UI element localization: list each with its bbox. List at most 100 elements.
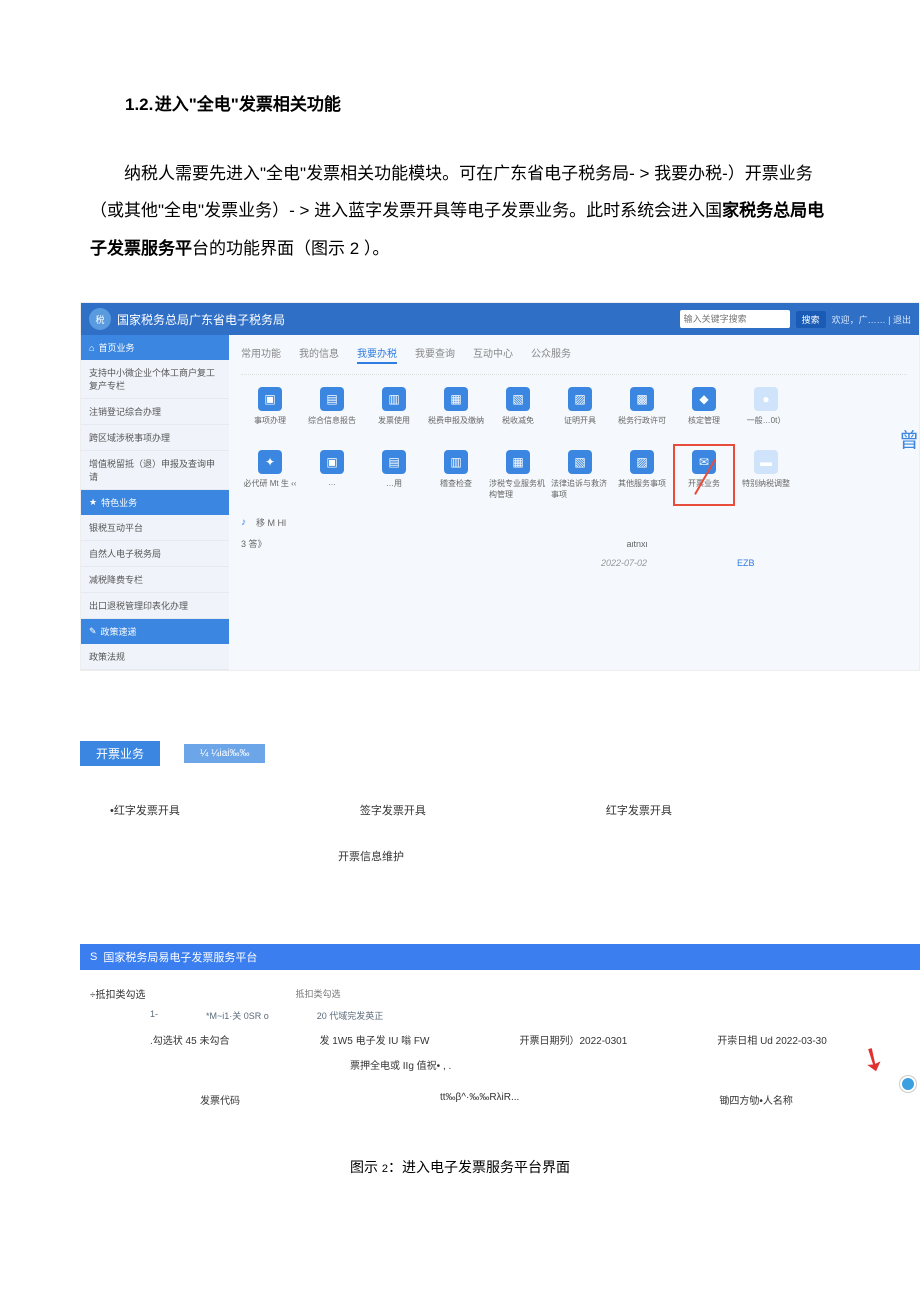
screenshot-einvoice-platform: S 国家税务局易电子发票服务平台 ÷抵扣类勾选 抵扣类勾选 1- *M~i1·关… bbox=[80, 944, 920, 1117]
sidebar: ⌂首页业务 支持中小微企业个体工商户复工复产专栏 注销登记综合办理 跨区域涉税事… bbox=[81, 335, 229, 670]
invoice-icon: ✉ bbox=[692, 450, 716, 474]
svc-item[interactable]: ▤…用 bbox=[365, 446, 423, 504]
sidebar-item[interactable]: 减税降费专栏 bbox=[81, 567, 229, 593]
bell-icon: ♪ bbox=[241, 517, 246, 528]
header-links[interactable]: 欢迎，广…… | 退出 bbox=[832, 313, 911, 326]
sidebar-item[interactable]: 银税互动平台 bbox=[81, 515, 229, 541]
svc-item[interactable]: ▦涉税专业服务机构管理 bbox=[489, 446, 547, 504]
svc-item[interactable]: ▣… bbox=[303, 446, 361, 504]
svc-item[interactable]: ▨其他服务事项 bbox=[613, 446, 671, 504]
link-invoice-info[interactable]: 开票信息维护 bbox=[338, 851, 404, 863]
link-red-invoice-2[interactable]: 红字发票开具 bbox=[606, 802, 672, 818]
tab-invoice-biz[interactable]: 开票业务 bbox=[80, 741, 160, 766]
service-icon: ▤ bbox=[382, 450, 406, 474]
para-pre: 纳税人需要先进入"全电"发票相关功能模块。可在广东省电子税务局- > 我要办税-… bbox=[90, 164, 813, 220]
service-icon: ▬ bbox=[754, 450, 778, 474]
icon-grid-row1: ▣事项办理 ▤综合信息报告 ▥发票使用 ▦税费申报及缴纳 ▧税收减免 ▨证明开具… bbox=[241, 375, 907, 438]
link-red-invoice[interactable]: •红字发票开具 bbox=[110, 802, 180, 818]
service-icon: ▨ bbox=[568, 387, 592, 411]
home-icon: ⌂ bbox=[89, 343, 94, 353]
svc-item[interactable]: ▥稽查检查 bbox=[427, 446, 485, 504]
screenshot-tax-portal: 税 国家税务总局广东省电子税务局 搜索 欢迎，广…… | 退出 ⌂首页业务 支持… bbox=[80, 302, 920, 671]
filter-a1[interactable]: *M~i1·关 0SR o bbox=[206, 1009, 269, 1022]
filter-d0[interactable]: 发票代码 bbox=[200, 1092, 240, 1107]
tab-active[interactable]: 我要办税 bbox=[357, 345, 397, 364]
svc-item[interactable]: ▩税务行政许可 bbox=[613, 383, 671, 430]
tab[interactable]: 互动中心 bbox=[473, 345, 513, 364]
sidebar-item[interactable]: 注销登记综合办理 bbox=[81, 399, 229, 425]
filter-d1[interactable]: tt‰β^·‰‰RλiR... bbox=[440, 1092, 519, 1107]
body-paragraph: 纳税人需要先进入"全电"发票相关功能模块。可在广东省电子税务局- > 我要办税-… bbox=[90, 155, 830, 267]
service-icon: ◆ bbox=[692, 387, 716, 411]
sidebar-item[interactable]: 政策法规 bbox=[81, 644, 229, 670]
filter-a2[interactable]: 20 代域完发英正 bbox=[317, 1009, 384, 1022]
notice-code-b: 3 答》 bbox=[241, 537, 267, 550]
notice-code-a: 移 M Hl bbox=[256, 516, 286, 529]
svc-item[interactable]: ▬特别纳税调整 bbox=[737, 446, 795, 504]
tab[interactable]: 公众服务 bbox=[531, 345, 571, 364]
doc-icon: ✎ bbox=[89, 626, 97, 637]
filter-b0[interactable]: .勾选状 45 未勾合 bbox=[150, 1032, 229, 1047]
svc-item[interactable]: ▥发票使用 bbox=[365, 383, 423, 430]
platform-logo-s: S bbox=[90, 951, 97, 963]
icon-grid-row2: ✦必代研 Mt 生 ‹‹ ▣… ▤…用 ▥稽查检查 ▦涉税专业服务机构管理 ▧法… bbox=[241, 438, 907, 512]
svc-item[interactable]: ▣事项办理 bbox=[241, 383, 299, 430]
svc-item[interactable]: ▦税费申报及缴纳 bbox=[427, 383, 485, 430]
svc-item[interactable]: ▧法律追诉与救济事项 bbox=[551, 446, 609, 504]
sidebar-item[interactable]: 跨区域涉税事项办理 bbox=[81, 425, 229, 451]
filter-b2[interactable]: 开票日期列）2022-0301 bbox=[519, 1032, 627, 1047]
service-icon: ▣ bbox=[258, 387, 282, 411]
filter-a0: 1- bbox=[150, 1009, 158, 1022]
service-icon: ▦ bbox=[506, 450, 530, 474]
filter-d2[interactable]: 锄四方劬•人名称 bbox=[719, 1092, 793, 1107]
main-tabs: 常用功能 我的信息 我要办税 我要查询 互动中心 公众服务 bbox=[241, 341, 907, 375]
svc-item[interactable]: ✦必代研 Mt 生 ‹‹ bbox=[241, 446, 299, 504]
notice-code-c: aιtnxι bbox=[627, 539, 648, 549]
service-icon: ▧ bbox=[568, 450, 592, 474]
sidebar-item[interactable]: 出口退税管理印表化办理 bbox=[81, 593, 229, 619]
platform-header: S 国家税务局易电子发票服务平台 bbox=[80, 944, 920, 970]
section-number: 1.2. bbox=[90, 95, 150, 115]
filter-b1[interactable]: 发 1W5 电子发 IU 嗡 FW bbox=[319, 1032, 429, 1047]
sidebar-hdr-index[interactable]: ⌂首页业务 bbox=[81, 335, 229, 360]
svc-item-invoice-highlighted[interactable]: ✉开票业务 bbox=[675, 446, 733, 504]
search-input[interactable] bbox=[680, 310, 790, 328]
portal-title: 国家税务总局广东省电子税务局 bbox=[117, 311, 285, 328]
notice-row: 2022-07-02 EZB bbox=[241, 554, 907, 572]
service-icon: ▧ bbox=[506, 387, 530, 411]
svc-item[interactable]: ◆核定管理 bbox=[675, 383, 733, 430]
tab-secondary[interactable]: ¼ ¼iai‰‰ bbox=[184, 744, 265, 763]
dk-label[interactable]: ÷抵扣类勾选 bbox=[90, 986, 146, 1001]
service-icon: ▤ bbox=[320, 387, 344, 411]
svc-item[interactable]: ▨证明开具 bbox=[551, 383, 609, 430]
portal-header: 税 国家税务总局广东省电子税务局 搜索 欢迎，广…… | 退出 bbox=[81, 303, 919, 335]
link-sign-invoice[interactable]: 签字发票开具 bbox=[360, 802, 426, 818]
tab[interactable]: 我的信息 bbox=[299, 345, 339, 364]
fab-button[interactable] bbox=[900, 1076, 916, 1092]
user-badge-icon: 曾 bbox=[899, 424, 919, 453]
sidebar-hdr-policy[interactable]: ✎政策速递 bbox=[81, 619, 229, 644]
sidebar-item[interactable]: 增值税留抵（退）申报及查询申请 bbox=[81, 451, 229, 490]
mid-panel: 开票业务 ¼ ¼iai‰‰ •红字发票开具 签字发票开具 红字发票开具 开票信息… bbox=[80, 741, 920, 864]
platform-title: 国家税务局易电子发票服务平台 bbox=[103, 949, 257, 965]
sidebar-item[interactable]: 自然人电子税务局 bbox=[81, 541, 229, 567]
ezb-link[interactable]: EZB bbox=[737, 558, 755, 568]
sidebar-hdr-feature[interactable]: ★特色业务 bbox=[81, 490, 229, 515]
tab[interactable]: 常用功能 bbox=[241, 345, 281, 364]
notice-row: ♪ 移 M Hl bbox=[241, 512, 907, 533]
service-icon: ▨ bbox=[630, 450, 654, 474]
svc-item[interactable]: ●一般…0t） bbox=[737, 383, 795, 430]
search-button[interactable]: 搜索 bbox=[796, 311, 826, 328]
service-icon: ▩ bbox=[630, 387, 654, 411]
sidebar-item[interactable]: 支持中小微企业个体工商户复工复产专栏 bbox=[81, 360, 229, 399]
service-icon: ● bbox=[754, 387, 778, 411]
service-icon: ▥ bbox=[444, 450, 468, 474]
filter-c[interactable]: 票押全电或 IIg 值祝• , . bbox=[350, 1057, 451, 1072]
annotation-arrow: ➘ bbox=[860, 1040, 920, 1100]
svc-item[interactable]: ▧税收减免 bbox=[489, 383, 547, 430]
para-post: 台的功能界面（图示 2 ）。 bbox=[192, 239, 389, 258]
filter-b3[interactable]: 开崇日相 Ud 2022-03-30 bbox=[717, 1032, 827, 1047]
svc-item[interactable]: ▤综合信息报告 bbox=[303, 383, 361, 430]
dk-right[interactable]: 抵扣类勾选 bbox=[296, 987, 341, 1000]
tab[interactable]: 我要查询 bbox=[415, 345, 455, 364]
